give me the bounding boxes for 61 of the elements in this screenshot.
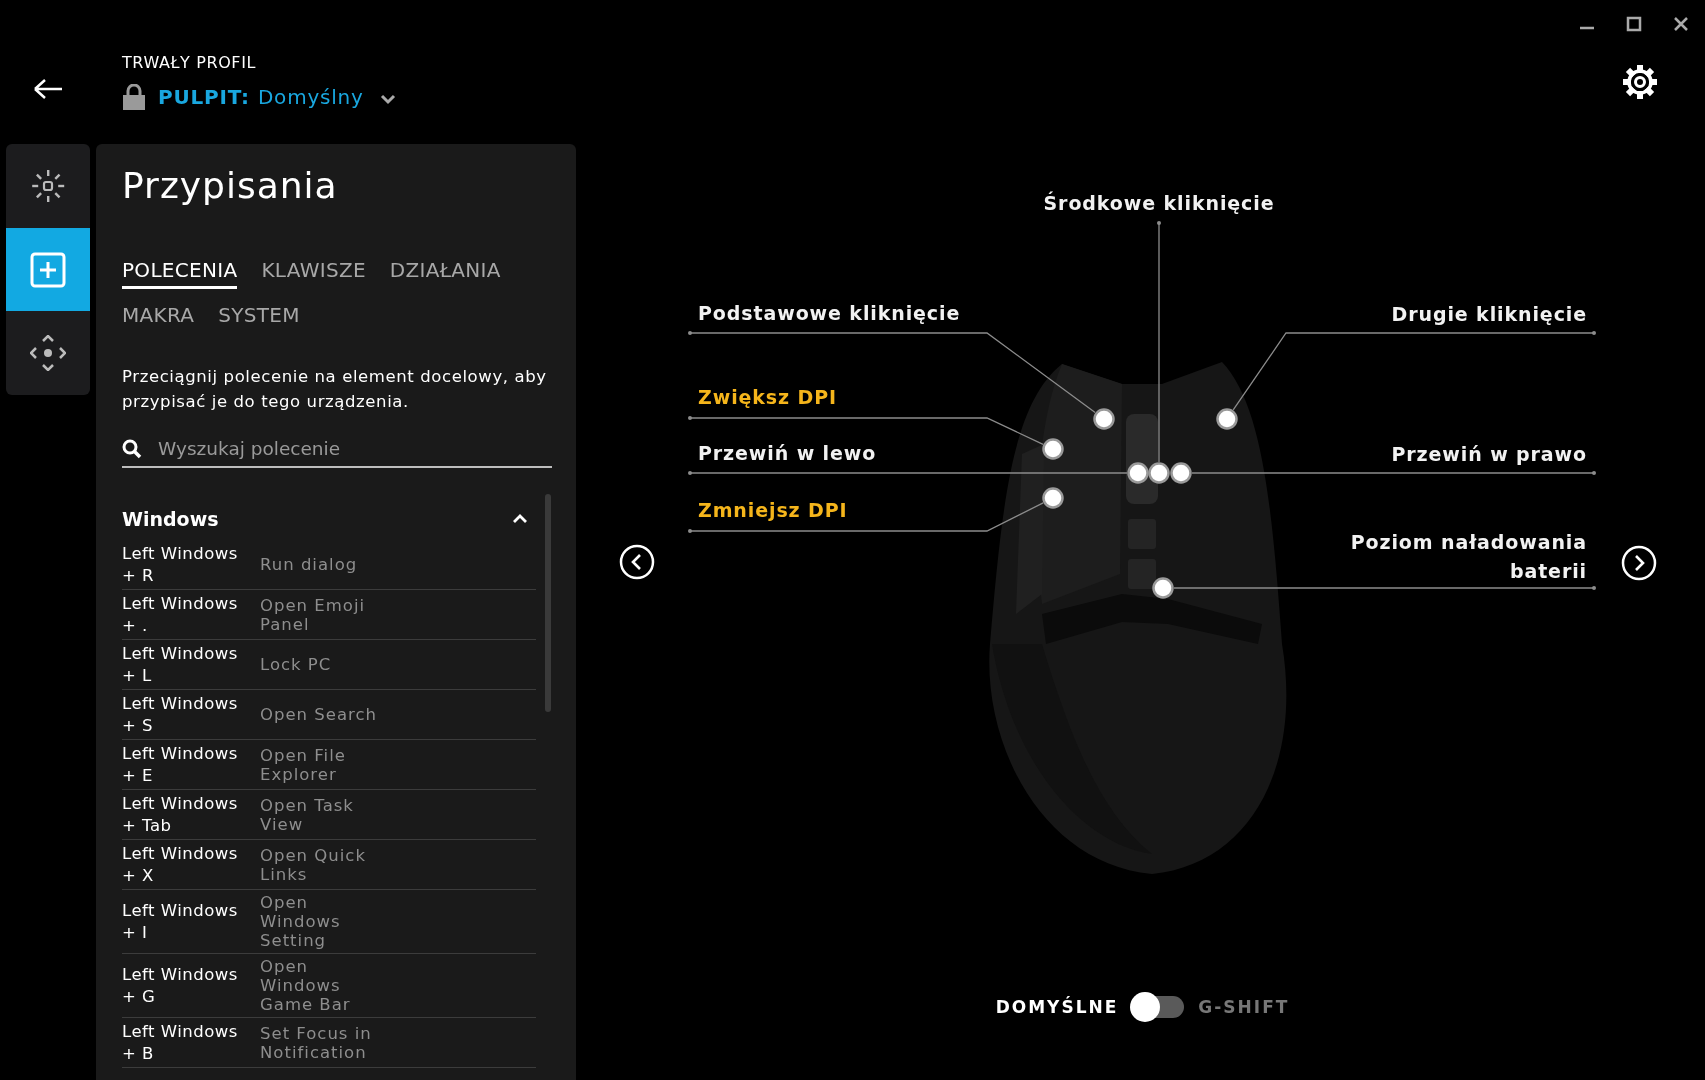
button-label[interactable]: Drugie kliknięcie	[1391, 300, 1587, 329]
mode-label: DOMYŚLNE	[995, 997, 1119, 1017]
hotspot-dot[interactable]	[1127, 462, 1149, 484]
search-icon	[122, 438, 142, 459]
button-label[interactable]: Zmniejsz DPI	[698, 497, 848, 524]
next-arrow-icon[interactable]	[1621, 545, 1657, 581]
panel-title: Przypisania	[122, 164, 339, 208]
button-label[interactable]: Podstawowe kliknięcie	[698, 300, 961, 327]
tab[interactable]: POLECENIA	[122, 258, 238, 289]
shortcut-keys[interactable]: Left Windows + S	[122, 693, 252, 736]
shortcut-keys[interactable]: Left Windows + G	[122, 964, 252, 1007]
search-field[interactable]: Wyszukaj polecenie	[158, 438, 552, 459]
caret-icon	[379, 93, 396, 105]
hotspot-dot[interactable]	[1216, 408, 1238, 430]
button-label[interactable]: Przewiń w prawo	[1391, 440, 1587, 469]
button-label[interactable]: Poziom naładowania baterii	[1337, 528, 1587, 586]
command-name: Open Emoji Panel	[260, 595, 367, 634]
profile-caption: TRWAŁY PROFIL	[122, 53, 257, 72]
shortcut-keys[interactable]: Left Windows + X	[122, 843, 252, 886]
back-arrow-icon[interactable]	[32, 77, 64, 101]
command-name: Open Windows Game Bar	[260, 957, 352, 1014]
prev-arrow-icon[interactable]	[619, 544, 655, 580]
command-name: Open Quick Links	[260, 845, 367, 884]
shortcut-keys[interactable]: Left Windows + .	[122, 593, 252, 636]
instruction-text: Przeciągnij polecenie na element docelowy, aby przypisać je do tego urządzenia.	[122, 366, 548, 413]
tab[interactable]: MAKRA	[122, 303, 195, 334]
tab[interactable]: DZIAŁANIA	[389, 258, 501, 289]
group-title: Windows	[122, 508, 219, 530]
button-label[interactable]: Środkowe kliknięcie	[1043, 190, 1275, 217]
command-name: Run dialog	[260, 555, 359, 574]
hotspot-dot[interactable]	[1152, 577, 1174, 599]
maximize-icon[interactable]	[1624, 14, 1644, 34]
hotspot-dot[interactable]	[1042, 438, 1064, 460]
hotspot-dot[interactable]	[1093, 408, 1115, 430]
tab[interactable]: KLAWISZE	[261, 258, 366, 289]
mode-label: G-SHIFT	[1198, 997, 1290, 1017]
shortcut-keys[interactable]: Left Windows + E	[122, 743, 252, 786]
button-label[interactable]: Przewiń w lewo	[698, 440, 877, 467]
command-name: Open Windows Setting	[260, 893, 342, 950]
command-name: Open File Explorer	[260, 745, 347, 784]
plus-square-tab[interactable]	[6, 227, 90, 312]
command-name: Open Search	[260, 705, 378, 724]
command-name: Open Task View	[260, 795, 355, 834]
shortcut-keys[interactable]: Left Windows + L	[122, 643, 252, 686]
tab[interactable]: SYSTEM	[218, 303, 300, 334]
settings-icon[interactable]	[1622, 64, 1658, 100]
shortcut-keys[interactable]: Left Windows + I	[122, 900, 252, 943]
hotspot-dot[interactable]	[1042, 487, 1064, 509]
shortcut-keys[interactable]: Left Windows + B	[122, 1021, 252, 1064]
move-arrows-icon	[30, 335, 66, 372]
plus-square-icon	[30, 251, 66, 288]
profile-dropdown[interactable]: PULPIT: Domyślny	[158, 85, 396, 109]
hotspot-dot[interactable]	[1148, 462, 1170, 484]
command-name: Set Focus in Notification	[260, 1023, 373, 1062]
hotspot-dot[interactable]	[1170, 462, 1192, 484]
scrollbar[interactable]	[545, 494, 551, 712]
shortcut-keys[interactable]: Left Windows + R	[122, 543, 252, 586]
collapse-chevron-icon[interactable]	[512, 513, 528, 525]
shortcut-keys[interactable]: Left Windows + Tab	[122, 793, 252, 836]
button-label[interactable]: Zwiększ DPI	[698, 384, 837, 411]
command-name: Lock PC	[260, 655, 333, 674]
